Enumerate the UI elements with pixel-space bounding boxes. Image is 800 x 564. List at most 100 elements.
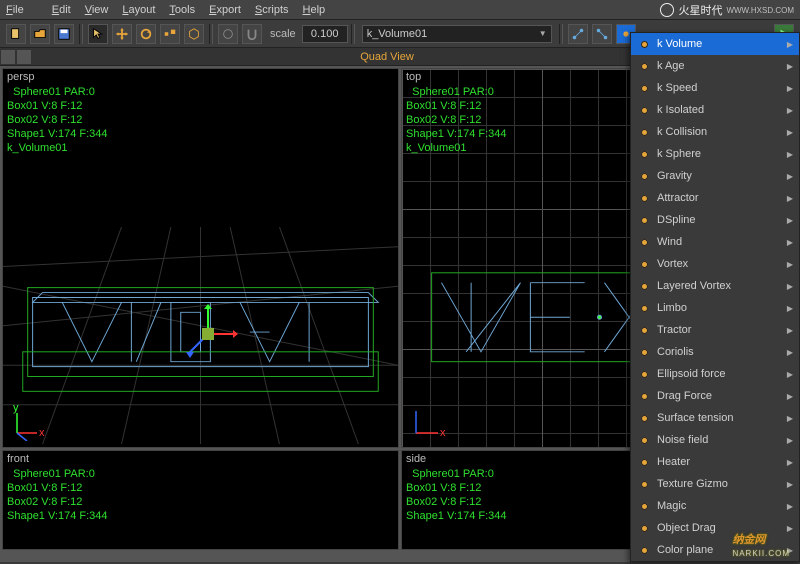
menu-item-k-isolated[interactable]: k Isolated▶ xyxy=(631,99,799,121)
object-dropdown[interactable]: k_Volume01 ▼ xyxy=(362,25,552,43)
scale-value-field[interactable]: 0.100 xyxy=(302,25,348,43)
bullet-icon xyxy=(637,411,651,425)
snap-icon[interactable] xyxy=(242,24,262,44)
menu-item-label: Coriolis xyxy=(657,346,694,358)
menu-view[interactable]: View xyxy=(85,4,109,16)
bullet-icon xyxy=(637,323,651,337)
menu-file[interactable]: File xyxy=(6,4,38,16)
force-type-menu: k Volume▶k Age▶k Speed▶k Isolated▶k Coll… xyxy=(630,32,800,562)
menu-item-label: Magic xyxy=(657,500,686,512)
transform-gizmo-icon[interactable] xyxy=(178,304,238,364)
menu-layout[interactable]: Layout xyxy=(122,4,155,16)
menu-item-label: Attractor xyxy=(657,192,699,204)
menu-item-heater[interactable]: Heater▶ xyxy=(631,451,799,473)
menu-item-label: Heater xyxy=(657,456,690,468)
axis-gizmo-icon: x xyxy=(408,401,448,441)
menu-item-k-sphere[interactable]: k Sphere▶ xyxy=(631,143,799,165)
rotate-icon[interactable] xyxy=(136,24,156,44)
menu-item-layered-vortex[interactable]: Layered Vortex▶ xyxy=(631,275,799,297)
menu-item-k-collision[interactable]: k Collision▶ xyxy=(631,121,799,143)
site-watermark-top: 火星时代 WWW.HXSD.COM xyxy=(660,2,794,18)
menu-item-tractor[interactable]: Tractor▶ xyxy=(631,319,799,341)
scale-label: scale xyxy=(270,28,296,40)
menu-item-attractor[interactable]: Attractor ▶ xyxy=(631,187,799,209)
bullet-icon xyxy=(637,455,651,469)
scale-icon[interactable] xyxy=(160,24,180,44)
menu-item-wind[interactable]: Wind▶ xyxy=(631,231,799,253)
menu-item-drag-force[interactable]: Drag Force ▶ xyxy=(631,385,799,407)
bullet-icon xyxy=(637,125,651,139)
layout-icon-a[interactable] xyxy=(1,50,15,64)
bullet-icon xyxy=(637,257,651,271)
chevron-right-icon: ▶ xyxy=(787,502,793,511)
save-file-icon[interactable] xyxy=(54,24,74,44)
viewport-label: top xyxy=(406,71,421,83)
select-arrow-icon[interactable] xyxy=(88,24,108,44)
menu-tools[interactable]: Tools xyxy=(169,4,195,16)
menu-item-label: k Speed xyxy=(657,82,697,94)
menu-item-vortex[interactable]: Vortex▶ xyxy=(631,253,799,275)
menu-item-label: Noise field xyxy=(657,434,708,446)
viewport-front[interactable]: front Sphere01 PAR:0 Box01 V:8 F:12 Box0… xyxy=(2,450,399,550)
bullet-icon xyxy=(637,235,651,249)
svg-text:y: y xyxy=(13,402,19,414)
scene-info: Sphere01 PAR:0 Box01 V:8 F:12 Box02 V:8 … xyxy=(406,85,507,155)
bullet-icon xyxy=(637,191,651,205)
menu-item-coriolis[interactable]: Coriolis▶ xyxy=(631,341,799,363)
menu-item-ellipsoid-force[interactable]: Ellipsoid force▶ xyxy=(631,363,799,385)
menu-item-label: k Isolated xyxy=(657,104,704,116)
watermark-text: 火星时代 xyxy=(678,2,722,18)
menu-item-noise-field[interactable]: Noise field▶ xyxy=(631,429,799,451)
scene-info: Sphere01 PAR:0 Box01 V:8 F:12 Box02 V:8 … xyxy=(7,85,108,155)
svg-text:x: x xyxy=(39,427,45,439)
menu-item-dspline[interactable]: DSpline▶ xyxy=(631,209,799,231)
new-file-icon[interactable] xyxy=(6,24,26,44)
menu-item-label: Object Drag xyxy=(657,522,716,534)
bullet-icon xyxy=(637,279,651,293)
menu-item-label: Drag Force xyxy=(657,390,712,402)
node-a-icon[interactable] xyxy=(568,24,588,44)
chevron-right-icon: ▶ xyxy=(787,40,793,49)
menu-item-gravity[interactable]: Gravity▶ xyxy=(631,165,799,187)
chevron-right-icon: ▶ xyxy=(787,172,793,181)
menu-item-k-speed[interactable]: k Speed ▶ xyxy=(631,77,799,99)
menu-item-limbo[interactable]: Limbo▶ xyxy=(631,297,799,319)
chevron-right-icon: ▶ xyxy=(787,414,793,423)
menu-item-k-age[interactable]: k Age▶ xyxy=(631,55,799,77)
open-file-icon[interactable] xyxy=(30,24,50,44)
bullet-icon xyxy=(637,521,651,535)
watermark-sub: WWW.HXSD.COM xyxy=(726,6,794,15)
node-b-icon[interactable] xyxy=(592,24,612,44)
menu-item-label: k Age xyxy=(657,60,685,72)
bullet-icon xyxy=(637,301,651,315)
viewport-label: front xyxy=(7,453,29,465)
menu-export[interactable]: Export xyxy=(209,4,241,16)
menu-help[interactable]: Help xyxy=(303,4,326,16)
bullet-icon xyxy=(637,37,651,51)
bullet-icon xyxy=(637,499,651,513)
menu-item-k-volume[interactable]: k Volume▶ xyxy=(631,33,799,55)
chevron-right-icon: ▶ xyxy=(787,84,793,93)
menu-item-texture-gizmo[interactable]: Texture Gizmo▶ xyxy=(631,473,799,495)
menu-item-label: k Collision xyxy=(657,126,707,138)
chevron-right-icon: ▶ xyxy=(787,194,793,203)
svg-text:x: x xyxy=(440,427,446,439)
viewport-persp[interactable]: x y persp Sphere01 PAR:0 Box01 V:8 F:12 … xyxy=(2,68,399,448)
menu-item-magic[interactable]: Magic ▶ xyxy=(631,495,799,517)
move-icon[interactable] xyxy=(112,24,132,44)
menu-scripts[interactable]: Scripts xyxy=(255,4,289,16)
bullet-icon xyxy=(637,367,651,381)
chevron-right-icon: ▶ xyxy=(787,150,793,159)
menu-item-label: Color plane xyxy=(657,544,713,556)
menu-edit[interactable]: Edit xyxy=(52,4,71,16)
proportional-icon[interactable] xyxy=(218,24,238,44)
chevron-right-icon: ▶ xyxy=(787,392,793,401)
menu-item-label: Vortex xyxy=(657,258,688,270)
scene-info: Sphere01 PAR:0 Box01 V:8 F:12 Box02 V:8 … xyxy=(7,467,108,523)
menu-item-surface-tension[interactable]: Surface tension▶ xyxy=(631,407,799,429)
transform-icon[interactable] xyxy=(184,24,204,44)
menu-item-label: Ellipsoid force xyxy=(657,368,725,380)
layout-icon-b[interactable] xyxy=(17,50,31,64)
globe-icon xyxy=(660,3,674,17)
bullet-icon xyxy=(637,81,651,95)
